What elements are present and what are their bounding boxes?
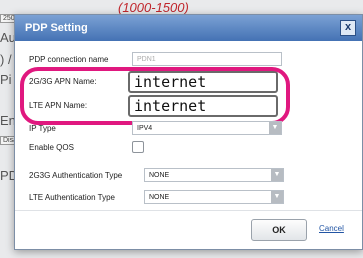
chevron-down-icon: ▼ <box>271 169 283 181</box>
bg-fragment: Pi <box>0 72 12 87</box>
enable-qos-checkbox[interactable] <box>132 141 144 153</box>
auth-2g3g-select[interactable]: NONE ▼ <box>144 168 284 182</box>
enable-qos-label: Enable QOS <box>29 143 74 152</box>
auth-lte-label: LTE Authentication Type <box>29 193 115 202</box>
pdp-connection-name-input[interactable]: PDN1 <box>132 52 282 66</box>
auth-2g3g-value: NONE <box>149 172 170 179</box>
ip-type-label: IP Type <box>29 124 56 133</box>
auth-lte-value: NONE <box>149 194 170 201</box>
close-button[interactable]: x <box>340 20 356 36</box>
chevron-down-icon: ▼ <box>269 122 281 134</box>
ip-type-select[interactable]: IPV4 ▼ <box>132 121 282 135</box>
apn-2g3g-label: 2G/3G APN Name: <box>29 77 97 86</box>
apn-lte-label: LTE APN Name: <box>29 101 88 110</box>
close-icon: x <box>344 21 352 33</box>
auth-lte-select[interactable]: NONE ▼ <box>144 190 284 204</box>
dialog-title: PDP Setting <box>25 22 88 34</box>
ok-button[interactable]: OK <box>251 219 307 241</box>
bg-fragment: ) / <box>0 52 12 67</box>
ip-type-value: IPV4 <box>137 125 153 132</box>
pdp-connection-name-label: PDP connection name <box>29 55 109 64</box>
pdp-setting-dialog: PDP Setting x PDP connection name PDN1 2… <box>14 14 363 250</box>
chevron-down-icon: ▼ <box>271 191 283 203</box>
cancel-link[interactable]: Cancel <box>319 224 344 233</box>
dialog-titlebar: PDP Setting x <box>15 15 362 41</box>
apn-lte-input[interactable]: internet <box>128 95 278 117</box>
auth-2g3g-label: 2G3G Authentication Type <box>29 171 123 180</box>
footer-divider <box>15 210 362 211</box>
apn-2g3g-input[interactable]: internet <box>128 71 278 93</box>
bg-range-hint: (1000-1500) <box>118 0 189 15</box>
